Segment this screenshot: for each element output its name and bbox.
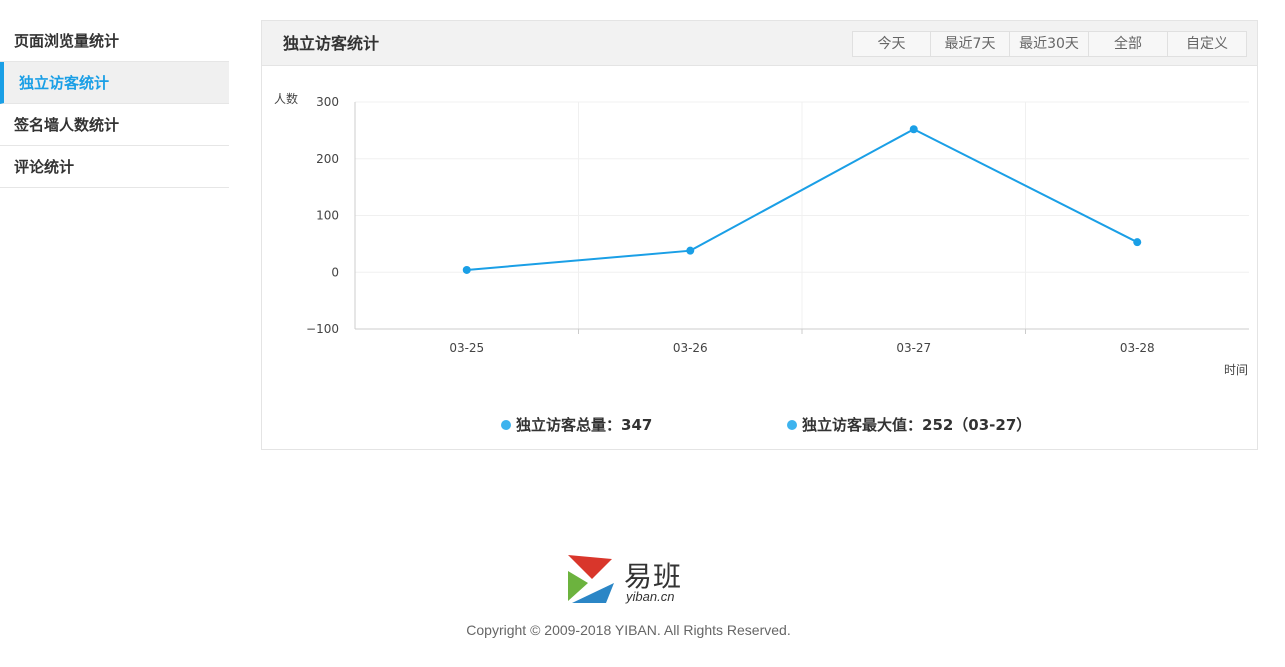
sidebar-item-signature-wall[interactable]: 签名墙人数统计 bbox=[0, 104, 229, 146]
logo-domain: yiban.cn bbox=[626, 589, 675, 604]
chart-summary: 独立访客总量：347 独立访客最大值：252（03-27） bbox=[262, 414, 1257, 438]
sidebar-item-page-views[interactable]: 页面浏览量统计 bbox=[0, 20, 229, 62]
panel-header: 独立访客统计 今天 最近7天 最近30天 全部 自定义 bbox=[262, 21, 1257, 66]
data-point bbox=[1133, 238, 1142, 247]
stats-panel: 独立访客统计 今天 最近7天 最近30天 全部 自定义 300 200 100 0 −1… bbox=[261, 20, 1258, 450]
y-tick-label: −100 bbox=[306, 322, 339, 336]
x-axis-label: 时间 bbox=[1224, 363, 1248, 377]
yiban-logo-icon bbox=[568, 555, 614, 603]
data-point bbox=[462, 265, 471, 274]
y-tick-label: 0 bbox=[331, 265, 339, 279]
legend-dot-icon bbox=[501, 419, 511, 430]
copyright-text: Copyright © 2009-2018 YIBAN. All Rights … bbox=[466, 622, 791, 638]
tab-all[interactable]: 全部 bbox=[1089, 31, 1168, 57]
summary-total-text: 独立访客总量：347 bbox=[516, 416, 653, 434]
yiban-logo[interactable]: 易班 yiban.cn bbox=[566, 553, 696, 605]
summary-total: 独立访客总量：347 bbox=[501, 414, 652, 435]
x-tick-label: 03-25 bbox=[449, 341, 484, 355]
visitor-chart: 300 200 100 0 −100 03-25 03-26 03-27 03-28 人数时间 bbox=[262, 67, 1257, 387]
sidebar-item-unique-visitors[interactable]: 独立访客统计 bbox=[0, 62, 229, 104]
data-point bbox=[909, 125, 918, 134]
y-tick-label: 200 bbox=[316, 152, 339, 166]
tab-custom[interactable]: 自定义 bbox=[1168, 31, 1247, 57]
date-range-tabs: 今天 最近7天 最近30天 全部 自定义 bbox=[852, 31, 1247, 57]
tab-today[interactable]: 今天 bbox=[852, 31, 931, 57]
y-tick-label: 300 bbox=[316, 95, 339, 109]
sidebar-nav: 页面浏览量统计 独立访客统计 签名墙人数统计 评论统计 bbox=[0, 20, 229, 188]
panel-title: 独立访客统计 bbox=[283, 34, 380, 53]
x-tick-label: 03-27 bbox=[896, 341, 931, 355]
legend-dot-icon bbox=[787, 419, 797, 430]
line-chart-svg: 300 200 100 0 −100 03-25 03-26 03-27 03-28 人数时间 bbox=[274, 91, 1249, 377]
x-tick-label: 03-28 bbox=[1120, 341, 1155, 355]
summary-max-text: 独立访客最大值：252（03-27） bbox=[802, 416, 1032, 434]
tab-last-7-days[interactable]: 最近7天 bbox=[931, 31, 1010, 57]
x-tick-label: 03-26 bbox=[673, 341, 708, 355]
sidebar-item-comments[interactable]: 评论统计 bbox=[0, 146, 229, 188]
summary-max: 独立访客最大值：252（03-27） bbox=[787, 414, 1031, 435]
y-axis-label: 人数 bbox=[274, 91, 298, 106]
y-tick-label: 100 bbox=[316, 209, 339, 223]
tab-last-30-days[interactable]: 最近30天 bbox=[1010, 31, 1089, 57]
data-point bbox=[686, 246, 695, 255]
